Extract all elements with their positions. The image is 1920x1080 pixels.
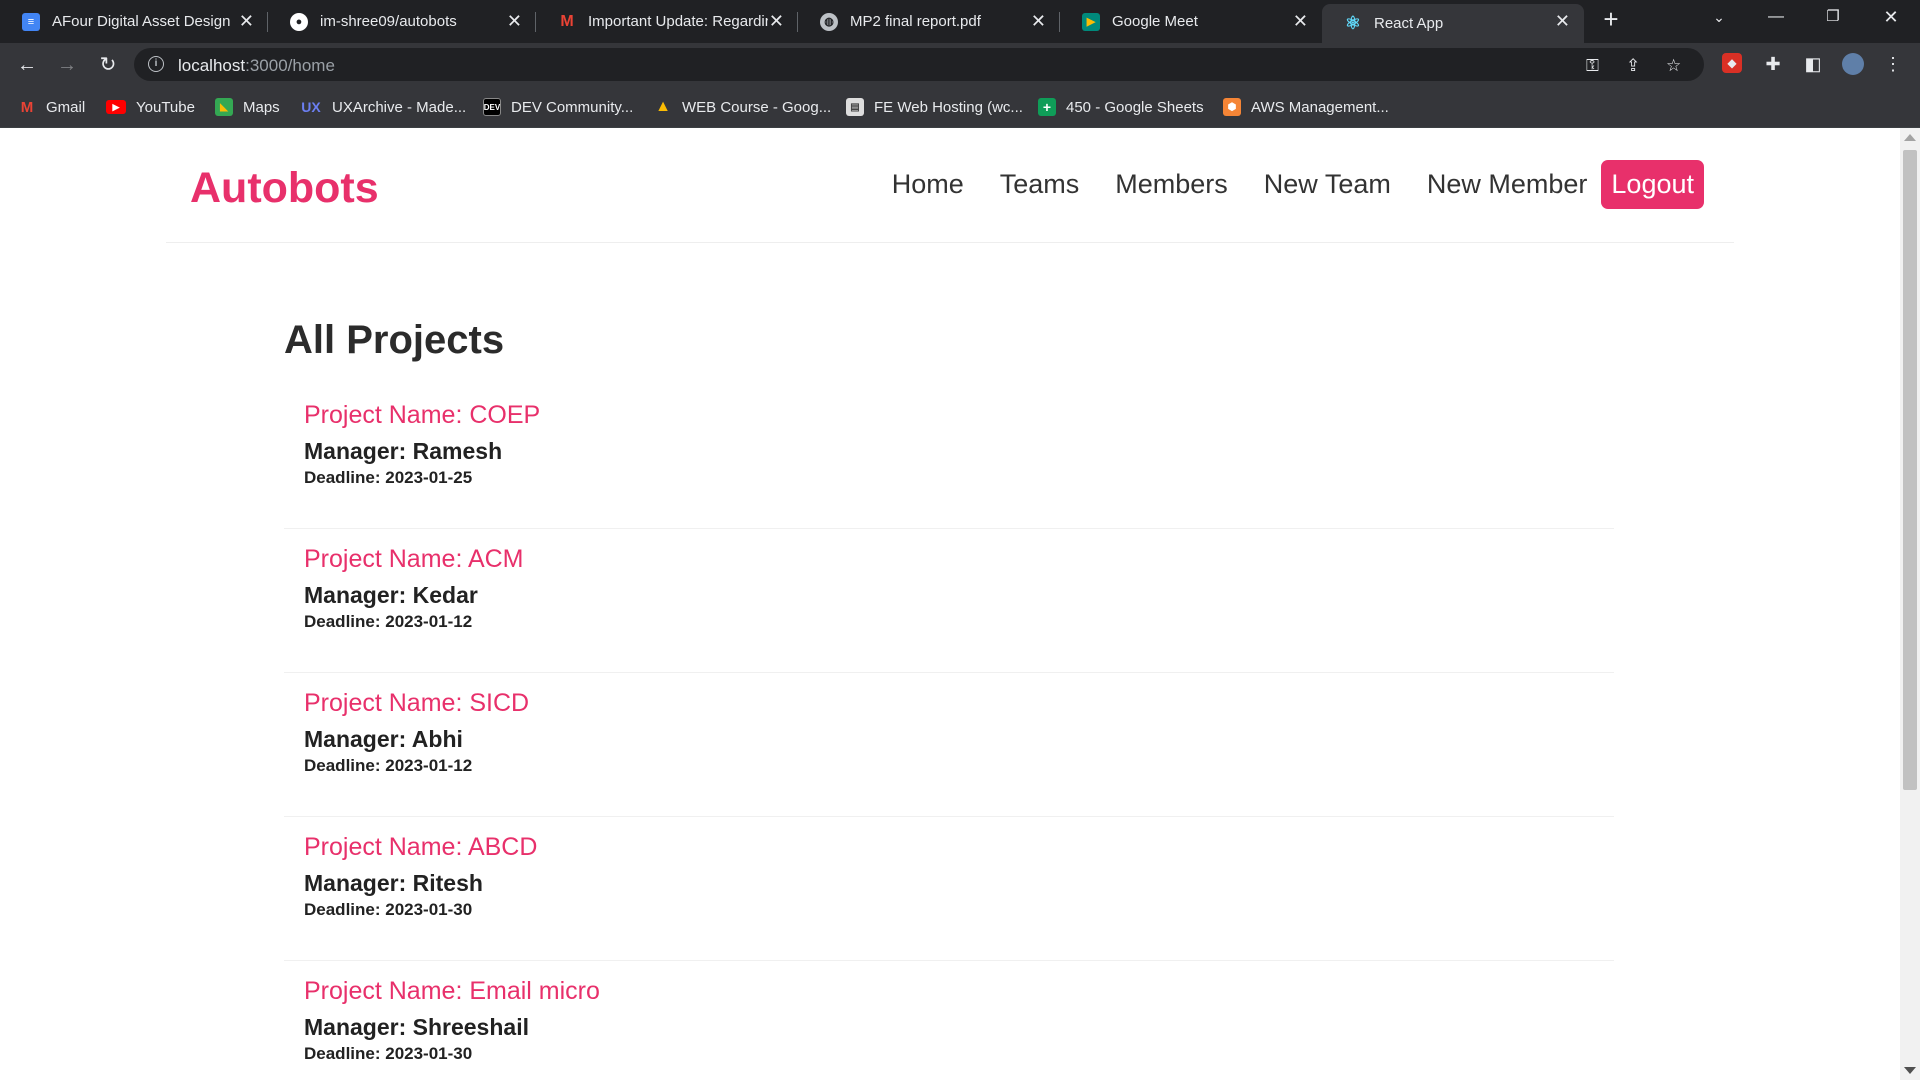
web-page: Autobots Home Teams Members New Team New… <box>0 128 1900 1080</box>
project-name: Project Name: COEP <box>304 401 541 429</box>
tab-meet[interactable]: ▶ Google Meet ✕ <box>1060 4 1322 39</box>
project-manager: Manager: Shreeshail <box>304 1014 529 1040</box>
page-scrollbar[interactable] <box>1900 128 1920 1080</box>
minimize-icon[interactable]: — <box>1765 6 1787 28</box>
bookmark-dev[interactable]: DEV DEV Community... <box>483 96 633 118</box>
nav-members[interactable]: Members <box>1115 169 1228 200</box>
project-card: Project Name: COEP Manager: Ramesh Deadl… <box>284 385 1614 529</box>
bookmark-sheets[interactable]: +450 - Google Sheets <box>1038 96 1204 118</box>
project-deadline: Deadline: 2023-01-30 <box>304 900 473 919</box>
gmail-icon: M <box>20 98 34 116</box>
tab-search-icon[interactable]: ⌄ <box>1708 6 1730 28</box>
browser-toolbar: ← → ↻ i localhost:3000/home ⚿ ⇪ ☆ ◆ ✚ ◧ … <box>0 43 1920 86</box>
key-icon[interactable]: ⚿ <box>1586 56 1599 76</box>
tab-github[interactable]: ● im-shree09/autobots ✕ <box>268 4 536 39</box>
close-window-icon[interactable]: ✕ <box>1880 6 1902 28</box>
page-title: All Projects <box>284 318 505 362</box>
scroll-down-icon[interactable] <box>1904 1067 1916 1074</box>
project-manager: Manager: Abhi <box>304 726 463 752</box>
sheets-icon: + <box>1038 98 1056 116</box>
close-tab-icon[interactable]: ✕ <box>769 12 784 30</box>
project-card: Project Name: Email micro Manager: Shree… <box>284 961 1614 1080</box>
drive-icon: ▲ <box>655 98 671 115</box>
bookmarks-bar: M Gmail ▶ YouTube ◣ Maps UX UXArchive - Made… <box>0 86 1920 128</box>
ux-icon: UX <box>301 99 321 115</box>
project-card: Project Name: SICD Manager: Abhi Deadlin… <box>284 673 1614 817</box>
nav-teams[interactable]: Teams <box>1000 169 1080 200</box>
maps-icon: ◣ <box>215 98 233 116</box>
close-tab-icon[interactable]: ✕ <box>239 12 254 30</box>
site-info-icon[interactable]: i <box>148 56 164 72</box>
url-text[interactable]: localhost:3000/home <box>178 56 335 76</box>
tab-afour[interactable]: ≡ AFour Digital Asset Design ✕ <box>0 4 268 39</box>
project-deadline: Deadline: 2023-01-12 <box>304 612 473 631</box>
scrollbar-thumb[interactable] <box>1903 150 1917 790</box>
back-icon[interactable]: ← <box>15 53 39 77</box>
restore-icon[interactable]: ❐ <box>1822 6 1844 28</box>
new-tab-icon[interactable]: + <box>1600 6 1622 32</box>
puzzle-icon[interactable]: ✚ <box>1762 53 1784 75</box>
gmail-icon: M <box>560 12 574 30</box>
project-name: Project Name: ACM <box>304 545 524 573</box>
scroll-up-icon[interactable] <box>1904 134 1916 141</box>
dev-icon: DEV <box>483 98 501 116</box>
project-manager: Manager: Ritesh <box>304 870 483 896</box>
address-bar[interactable]: i localhost:3000/home ⚿ ⇪ ☆ <box>134 48 1704 81</box>
nav-new-team[interactable]: New Team <box>1264 169 1391 200</box>
project-name: Project Name: ABCD <box>304 833 538 861</box>
tab-react-app[interactable]: ⚛ React App ✕ <box>1322 4 1584 43</box>
logout-button[interactable]: Logout <box>1601 160 1704 209</box>
bookmark-maps[interactable]: ◣ Maps <box>215 96 280 118</box>
bookmark-aws[interactable]: ⬢ AWS Management... <box>1223 96 1389 118</box>
project-manager: Manager: Ramesh <box>304 438 503 464</box>
nav-new-member[interactable]: New Member <box>1427 169 1588 200</box>
share-icon[interactable]: ⇪ <box>1626 56 1640 76</box>
github-icon: ● <box>290 12 308 31</box>
project-card: Project Name: ACM Manager: Kedar Deadlin… <box>284 529 1614 673</box>
project-deadline: Deadline: 2023-01-25 <box>304 468 473 487</box>
project-name: Project Name: SICD <box>304 689 530 717</box>
nav-links: Home Teams Members New Team New Member L… <box>856 160 1704 209</box>
youtube-icon: ▶ <box>106 100 126 114</box>
reload-icon[interactable]: ↻ <box>96 53 120 77</box>
globe-icon: ◍ <box>820 12 838 31</box>
tab-pdf[interactable]: ◍ MP2 final report.pdf ✕ <box>798 4 1060 39</box>
bookmark-youtube[interactable]: ▶ YouTube <box>106 96 195 118</box>
star-icon[interactable]: ☆ <box>1666 56 1681 76</box>
bookmark-fe-hosting[interactable]: ▤ FE Web Hosting (wc... <box>846 96 1023 118</box>
main-content: All Projects Project Name: COEP Manager:… <box>284 318 1614 1080</box>
close-tab-icon[interactable]: ✕ <box>1293 12 1308 30</box>
forward-icon[interactable]: → <box>55 53 79 77</box>
project-card: Project Name: ABCD Manager: Ritesh Deadl… <box>284 817 1614 961</box>
tab-strip: ≡ AFour Digital Asset Design ✕ ● im-shre… <box>0 0 1920 43</box>
close-tab-icon[interactable]: ✕ <box>507 12 522 30</box>
bookmark-gmail[interactable]: M Gmail <box>18 96 85 118</box>
menu-icon[interactable]: ⋮ <box>1882 53 1904 75</box>
browser-chrome: ≡ AFour Digital Asset Design ✕ ● im-shre… <box>0 0 1920 128</box>
bookmark-web-course[interactable]: ▲ WEB Course - Goog... <box>654 96 831 118</box>
project-deadline: Deadline: 2023-01-30 <box>304 1044 473 1063</box>
close-tab-icon[interactable]: ✕ <box>1031 12 1046 30</box>
project-deadline: Deadline: 2023-01-12 <box>304 756 473 775</box>
brand-logo[interactable]: Autobots <box>190 164 379 213</box>
project-list: Project Name: COEP Manager: Ramesh Deadl… <box>284 385 1614 1080</box>
meet-icon: ▶ <box>1082 12 1100 31</box>
doc-thumb-icon: ▤ <box>846 98 864 116</box>
nav-home[interactable]: Home <box>892 169 964 200</box>
project-name: Project Name: Email micro <box>304 977 600 1005</box>
app-navbar: Autobots Home Teams Members New Team New… <box>166 128 1734 243</box>
side-panel-icon[interactable]: ◧ <box>1802 53 1824 75</box>
docs-icon: ≡ <box>22 12 40 31</box>
tab-gmail[interactable]: M Important Update: Regardir ✕ <box>536 4 798 39</box>
project-manager: Manager: Kedar <box>304 582 478 608</box>
aws-icon: ⬢ <box>1223 98 1241 116</box>
extension-red-icon[interactable]: ◆ <box>1722 53 1742 73</box>
avatar[interactable] <box>1842 53 1864 75</box>
close-tab-icon[interactable]: ✕ <box>1555 12 1570 30</box>
bookmark-uxarchive[interactable]: UX UXArchive - Made... <box>300 96 466 118</box>
react-icon: ⚛ <box>1344 13 1362 33</box>
